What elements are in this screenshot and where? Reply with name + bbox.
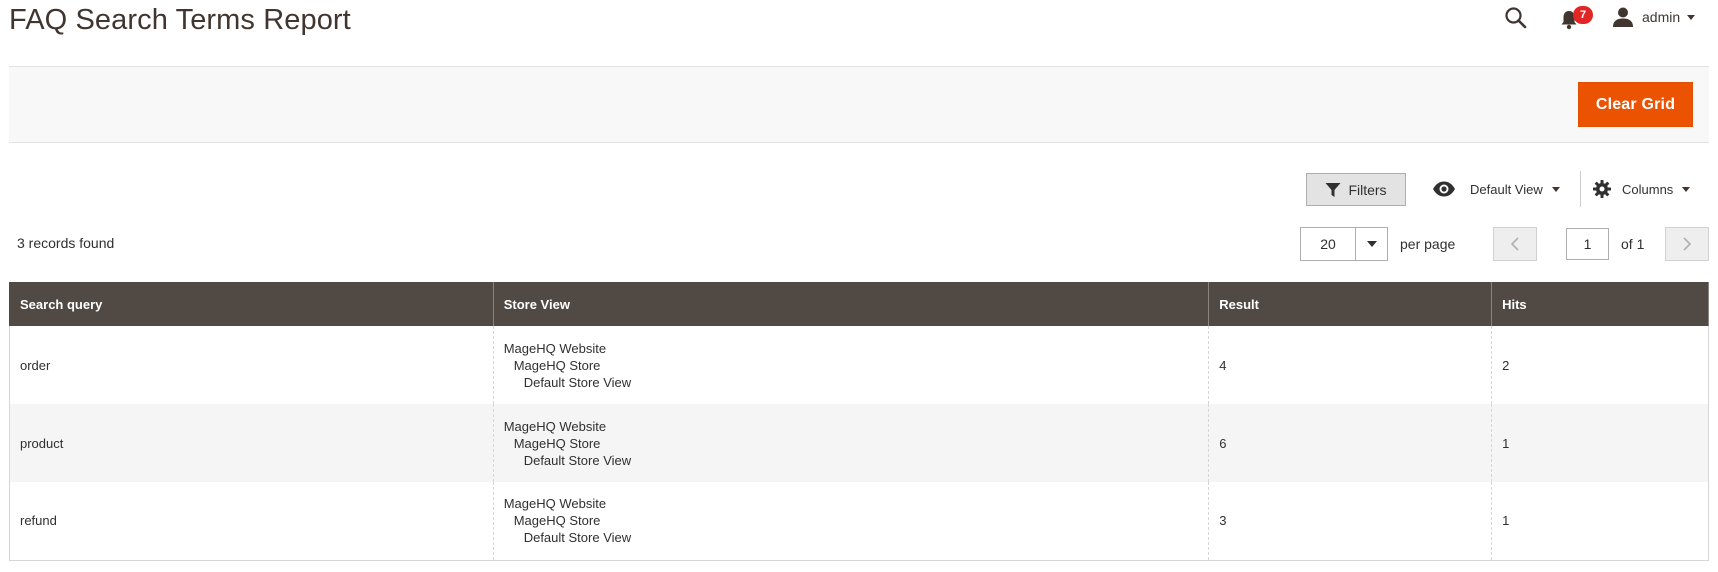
view-label: Default View (1470, 181, 1543, 197)
view-switcher[interactable]: Default View (1432, 178, 1560, 200)
cell-hits: 2 (1491, 326, 1709, 404)
grid-header-row: Search query Store View Result Hits (9, 282, 1709, 326)
store-view-website: MageHQ Website (503, 496, 607, 512)
cell-result: 4 (1208, 326, 1493, 404)
cell-hits: 1 (1491, 482, 1709, 561)
search-icon[interactable] (1504, 6, 1530, 32)
cell-search-query: refund (9, 482, 494, 561)
per-page-value[interactable]: 20 (1301, 228, 1356, 260)
filter-icon (1325, 182, 1341, 197)
columns-label: Columns (1622, 181, 1674, 197)
clear-grid-button[interactable]: Clear Grid (1578, 82, 1693, 127)
column-header-result[interactable]: Result (1208, 282, 1493, 326)
cell-store-view: MageHQ Website MageHQ Store Default Stor… (492, 404, 1210, 482)
page-title: FAQ Search Terms Report (9, 4, 351, 36)
store-view-website: MageHQ Website (503, 340, 607, 356)
chevron-down-icon (1551, 186, 1560, 192)
cell-result: 3 (1208, 482, 1493, 561)
user-menu[interactable]: admin (1612, 6, 1696, 28)
chevron-left-icon (1510, 237, 1519, 251)
store-view-view: Default Store View (523, 530, 632, 546)
store-view-store: MageHQ Store (513, 435, 601, 451)
gear-icon (1593, 180, 1611, 198)
cell-hits: 1 (1491, 404, 1709, 482)
notification-count-badge: 7 (1573, 6, 1593, 24)
chevron-right-icon (1683, 237, 1692, 251)
next-page-button[interactable] (1665, 227, 1709, 261)
cell-search-query: order (9, 326, 494, 404)
current-page-input[interactable] (1566, 228, 1609, 260)
chevron-down-icon (1687, 14, 1696, 20)
table-row[interactable]: product MageHQ Website MageHQ Store Defa… (9, 404, 1709, 482)
table-row[interactable]: refund MageHQ Website MageHQ Store Defau… (9, 482, 1709, 561)
store-view-store: MageHQ Store (513, 513, 601, 529)
toolbar-divider (1580, 171, 1581, 207)
search-terms-grid: Search query Store View Result Hits orde… (9, 282, 1709, 561)
cell-store-view: MageHQ Website MageHQ Store Default Stor… (492, 482, 1210, 561)
user-icon (1613, 7, 1633, 27)
cell-store-view: MageHQ Website MageHQ Store Default Stor… (492, 326, 1210, 404)
cell-result: 6 (1208, 404, 1493, 482)
column-header-store-view[interactable]: Store View (492, 282, 1210, 326)
table-row[interactable]: order MageHQ Website MageHQ Store Defaul… (9, 326, 1709, 404)
column-header-hits[interactable]: Hits (1491, 282, 1709, 326)
eye-icon (1433, 181, 1455, 197)
total-pages: of 1 (1621, 236, 1645, 252)
page-actions-bar (9, 66, 1709, 143)
store-view-website: MageHQ Website (503, 418, 607, 434)
cell-search-query: product (9, 404, 494, 482)
column-header-search-query[interactable]: Search query (9, 282, 494, 326)
per-page-toggle[interactable] (1356, 228, 1387, 260)
previous-page-button[interactable] (1493, 227, 1537, 261)
records-found: 3 records found (17, 235, 115, 251)
chevron-down-icon (1682, 186, 1691, 192)
store-view-view: Default Store View (523, 452, 632, 468)
store-view-view: Default Store View (523, 374, 632, 390)
user-name: admin (1642, 9, 1681, 25)
columns-button[interactable]: Columns (1593, 178, 1691, 200)
per-page-label: per page (1400, 236, 1456, 252)
store-view-store: MageHQ Store (513, 357, 601, 373)
filters-label: Filters (1348, 181, 1387, 198)
chevron-down-icon (1366, 241, 1377, 247)
per-page-select[interactable]: 20 (1300, 227, 1388, 261)
filters-button[interactable]: Filters (1306, 173, 1406, 206)
